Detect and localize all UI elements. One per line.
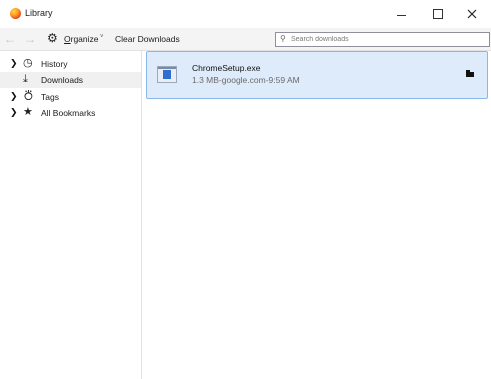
search-input[interactable] [291,33,481,46]
forward-arrow-icon[interactable]: → [24,32,36,46]
organize-accesskey: O [64,34,71,44]
organize-label-rest: rganize [70,34,99,44]
maximize-icon [433,9,443,19]
sidebar-item-label: All Bookmarks [41,108,96,118]
download-status: 1.3 MB-google.com-9:59 AM [192,75,300,85]
chevron-right-icon[interactable]: ❯ [10,107,18,118]
sidebar-item-downloads[interactable]: ⤓ Downloads [0,72,141,88]
clear-downloads-button[interactable]: Clear Downloads [115,34,180,44]
search-box[interactable]: ⚲ [275,32,490,47]
minimize-button[interactable] [383,0,419,28]
folder-icon-body [466,72,474,77]
folder-icon[interactable] [465,69,477,81]
star-icon: ★ [23,106,33,118]
sidebar: ❯ ◷ History ⤓ Downloads ❯ ⛣ Tags ❯ ★ All… [0,51,142,379]
sidebar-item-label: Tags [41,92,59,102]
download-item[interactable]: ChromeSetup.exe 1.3 MB-google.com-9:59 A… [146,51,488,99]
file-icon-window [163,70,171,79]
clock-icon: ◷ [23,57,33,69]
sidebar-item-history[interactable]: ❯ ◷ History [0,56,141,72]
exe-file-icon [157,66,177,83]
chevron-down-icon[interactable]: ˅ [100,34,104,40]
organize-button[interactable]: Organize [64,34,99,44]
title-bar: Library [0,0,491,28]
search-icon: ⚲ [280,34,286,43]
window-title: Library [25,8,53,18]
close-button[interactable] [454,0,490,28]
maximize-button[interactable] [420,0,456,28]
download-arrow-icon: ⤓ [23,73,28,85]
sidebar-item-label: Downloads [41,75,84,85]
gear-icon[interactable]: ⚙ [47,32,58,44]
downloads-list: ChromeSetup.exe 1.3 MB-google.com-9:59 A… [142,51,491,379]
close-icon [467,9,477,19]
download-filename: ChromeSetup.exe [192,63,261,73]
sidebar-item-all-bookmarks[interactable]: ❯ ★ All Bookmarks [0,105,141,121]
sidebar-item-label: History [41,59,68,69]
firefox-logo-icon [10,8,21,19]
sidebar-item-tags[interactable]: ❯ ⛣ Tags [0,89,141,105]
file-icon-titlebar [158,67,176,69]
minimize-icon [396,15,406,16]
chevron-right-icon[interactable]: ❯ [10,58,18,69]
tag-icon: ⛣ [23,90,34,102]
chevron-right-icon[interactable]: ❯ [10,91,18,102]
back-arrow-icon[interactable]: ← [4,32,16,46]
